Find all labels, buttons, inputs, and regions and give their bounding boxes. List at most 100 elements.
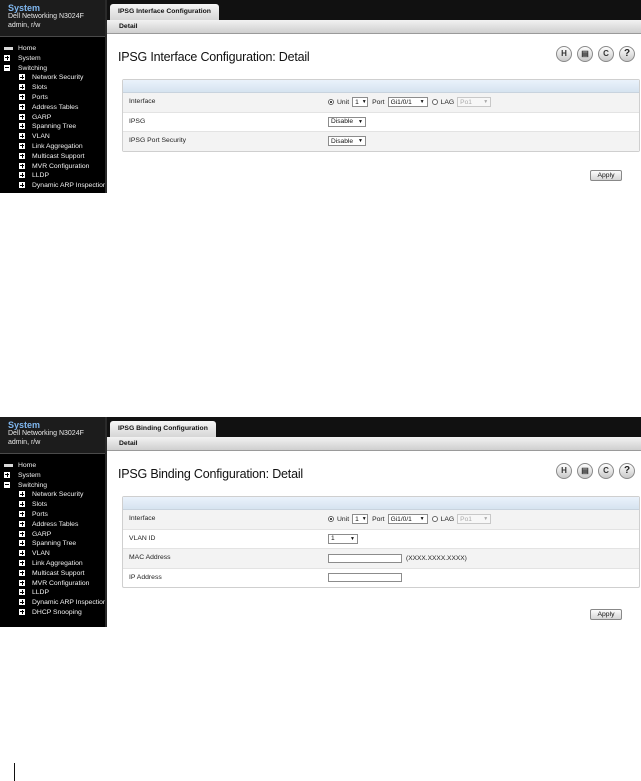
tree-collapse-icon[interactable] bbox=[4, 481, 10, 488]
tree-expand-icon[interactable] bbox=[4, 471, 10, 478]
refresh-icon[interactable]: C bbox=[598, 46, 614, 62]
nav-item-network-security[interactable]: Network Security bbox=[0, 490, 105, 500]
tree-expand-icon[interactable] bbox=[19, 540, 25, 547]
lag-radio[interactable] bbox=[431, 516, 438, 523]
tree-expand-icon[interactable] bbox=[19, 172, 25, 179]
tree-expand-icon[interactable] bbox=[19, 501, 25, 508]
tree-expand-icon[interactable] bbox=[19, 579, 25, 586]
content-pane: IPSG Interface Configuration Detail IPSG… bbox=[105, 0, 641, 193]
port-select[interactable]: Gi1/0/1 ▼ bbox=[387, 514, 428, 525]
unit-select[interactable]: 1 ▼ bbox=[352, 97, 369, 108]
nav-item-system[interactable]: System bbox=[0, 54, 105, 64]
lag-label: LAG bbox=[440, 515, 455, 523]
nav-item-switching[interactable]: Switching bbox=[0, 481, 105, 491]
nav-item-dynamic-arp-inspection[interactable]: Dynamic ARP Inspection bbox=[0, 598, 105, 608]
print-icon[interactable]: ▤ bbox=[577, 463, 593, 479]
tree-expand-icon[interactable] bbox=[19, 569, 25, 576]
tree-expand-icon[interactable] bbox=[19, 510, 25, 517]
vlan-id-select[interactable]: 1 ▼ bbox=[328, 533, 358, 544]
nav-item-garp[interactable]: GARP bbox=[0, 113, 105, 123]
nav-item-address-tables[interactable]: Address Tables bbox=[0, 520, 105, 530]
nav-item-mvr-configuration[interactable]: MVR Configuration bbox=[0, 162, 105, 172]
ipsg-select[interactable]: Disable ▼ bbox=[328, 116, 366, 127]
tree-expand-icon[interactable] bbox=[19, 589, 25, 596]
mac-address-input[interactable] bbox=[328, 553, 402, 563]
nav-item-multicast-support[interactable]: Multicast Support bbox=[0, 152, 105, 162]
port-select[interactable]: Gi1/0/1 ▼ bbox=[387, 97, 428, 108]
nav-user: admin, r/w bbox=[8, 21, 41, 29]
lag-select[interactable]: Po1 ▼ bbox=[457, 97, 492, 108]
tree-expand-icon[interactable] bbox=[19, 550, 25, 557]
nav-item-link-aggregation[interactable]: Link Aggregation bbox=[0, 142, 105, 152]
home-icon bbox=[4, 47, 13, 50]
nav-item-link-aggregation[interactable]: Link Aggregation bbox=[0, 559, 105, 569]
ipsg-port-security-select[interactable]: Disable ▼ bbox=[328, 136, 366, 147]
tree-expand-icon[interactable] bbox=[19, 182, 25, 189]
form-header bbox=[123, 80, 639, 93]
save-icon[interactable]: H bbox=[556, 463, 572, 479]
tree-expand-icon[interactable] bbox=[19, 520, 25, 527]
save-icon[interactable]: H bbox=[556, 46, 572, 62]
nav-header: System Dell Networking N3024F admin, r/w bbox=[0, 0, 105, 37]
nav-item-home[interactable]: Home bbox=[0, 461, 105, 471]
tree-expand-icon[interactable] bbox=[19, 608, 25, 615]
interface-row: Interface Unit 1 ▼ Port Gi1/0/1 ▼ LAG Po1 ▼ bbox=[123, 510, 639, 530]
nav-item-home[interactable]: Home bbox=[0, 44, 105, 54]
tree-expand-icon[interactable] bbox=[19, 133, 25, 140]
lag-radio[interactable] bbox=[431, 99, 438, 106]
nav-item-slots[interactable]: Slots bbox=[0, 83, 105, 93]
tree-collapse-icon[interactable] bbox=[4, 64, 10, 71]
nav-item-switching[interactable]: Switching bbox=[0, 64, 105, 74]
subtab-detail[interactable]: Detail bbox=[119, 20, 138, 33]
tree-expand-icon[interactable] bbox=[19, 162, 25, 169]
nav-item-dynamic-arp-inspection[interactable]: Dynamic ARP Inspection bbox=[0, 181, 105, 191]
nav-item-lldp[interactable]: LLDP bbox=[0, 588, 105, 598]
print-icon[interactable]: ▤ bbox=[577, 46, 593, 62]
tree-expand-icon[interactable] bbox=[4, 54, 10, 61]
nav-item-network-security[interactable]: Network Security bbox=[0, 73, 105, 83]
nav-item-dhcp-snooping[interactable]: DHCP Snooping bbox=[0, 608, 105, 618]
tree-expand-icon[interactable] bbox=[19, 142, 25, 149]
unit-radio[interactable] bbox=[328, 516, 334, 523]
nav-item-vlan[interactable]: VLAN bbox=[0, 549, 105, 559]
nav-item-multicast-support[interactable]: Multicast Support bbox=[0, 569, 105, 579]
tab-ipsg-binding-configuration[interactable]: IPSG Binding Configuration bbox=[110, 421, 216, 437]
tree-expand-icon[interactable] bbox=[19, 93, 25, 100]
nav-item-ports[interactable]: Ports bbox=[0, 93, 105, 103]
tree-expand-icon[interactable] bbox=[19, 599, 25, 606]
nav-item-mvr-configuration[interactable]: MVR Configuration bbox=[0, 579, 105, 589]
nav-item-garp[interactable]: GARP bbox=[0, 530, 105, 540]
unit-label: Unit bbox=[337, 98, 350, 106]
nav-user: admin, r/w bbox=[8, 438, 41, 446]
page-title: IPSG Interface Configuration: Detail bbox=[118, 50, 310, 64]
refresh-icon[interactable]: C bbox=[598, 463, 614, 479]
tree-expand-icon[interactable] bbox=[19, 530, 25, 537]
unit-radio[interactable] bbox=[328, 99, 334, 106]
nav-item-system[interactable]: System bbox=[0, 471, 105, 481]
tree-expand-icon[interactable] bbox=[19, 152, 25, 159]
help-icon[interactable]: ? bbox=[619, 463, 635, 479]
apply-button[interactable]: Apply bbox=[590, 170, 622, 181]
nav-item-spanning-tree[interactable]: Spanning Tree bbox=[0, 122, 105, 132]
tree-expand-icon[interactable] bbox=[19, 103, 25, 110]
tree-expand-icon[interactable] bbox=[19, 559, 25, 566]
nav-item-ports[interactable]: Ports bbox=[0, 510, 105, 520]
apply-button[interactable]: Apply bbox=[590, 609, 622, 620]
help-icon[interactable]: ? bbox=[619, 46, 635, 62]
tab-ipsg-interface-configuration[interactable]: IPSG Interface Configuration bbox=[110, 4, 219, 20]
ip-address-input[interactable] bbox=[328, 573, 402, 583]
tree-expand-icon[interactable] bbox=[19, 123, 25, 130]
nav-item-slots[interactable]: Slots bbox=[0, 500, 105, 510]
nav-item-address-tables[interactable]: Address Tables bbox=[0, 103, 105, 113]
tree-expand-icon[interactable] bbox=[19, 491, 25, 498]
nav-item-spanning-tree[interactable]: Spanning Tree bbox=[0, 539, 105, 549]
tree-expand-icon[interactable] bbox=[19, 74, 25, 81]
lag-select[interactable]: Po1 ▼ bbox=[457, 514, 492, 525]
nav-item-lldp[interactable]: LLDP bbox=[0, 171, 105, 181]
subtab-detail[interactable]: Detail bbox=[119, 437, 138, 450]
chevron-down-icon: ▼ bbox=[361, 99, 367, 106]
tree-expand-icon[interactable] bbox=[19, 113, 25, 120]
nav-item-vlan[interactable]: VLAN bbox=[0, 132, 105, 142]
tree-expand-icon[interactable] bbox=[19, 84, 25, 91]
unit-select[interactable]: 1 ▼ bbox=[352, 514, 369, 525]
